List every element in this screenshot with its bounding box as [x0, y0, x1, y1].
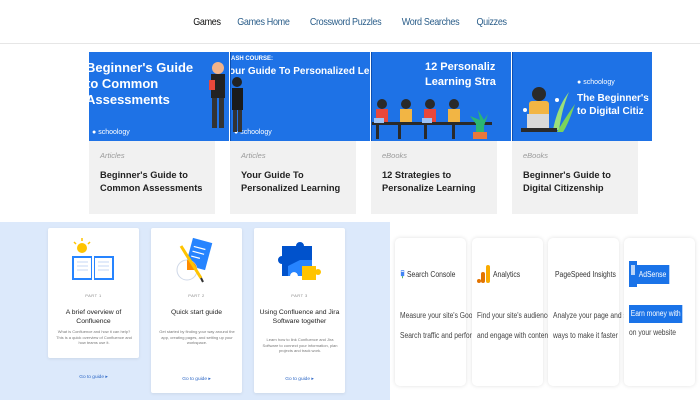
guide-card[interactable]: PART 2 Quick start guide Get started by … [151, 228, 242, 393]
banner-text: 12 Personaliz Learning Stra [425, 61, 496, 88]
tool-card-search-console[interactable]: Search Console Measure your site's Googl… [395, 238, 492, 386]
nav-games[interactable]: Games [193, 16, 221, 28]
puzzle-icon [278, 242, 321, 280]
article-card[interactable]: 12 Personaliz Learning Stra eBooks 12 St… [371, 52, 511, 214]
go-to-guide-link[interactable]: Go to guide ▸ [151, 377, 242, 382]
guide-tag: PART 1 [85, 293, 102, 298]
article-category: eBooks [523, 151, 549, 160]
tool-name: Search Console [407, 269, 456, 279]
go-to-guide-link[interactable]: Go to guide ▸ [48, 375, 139, 380]
article-card[interactable]: Beginner's Guide to Common Assessments ●… [89, 52, 229, 214]
guide-description: What is Confluence and how it can help? … [56, 329, 132, 345]
article-title[interactable]: Beginner's Guide to Digital Citizenship [523, 169, 628, 194]
schoology-logo: ● schoology [577, 79, 615, 86]
article-body: eBooks 12 Strategies to Personalize Lear… [371, 141, 497, 214]
tool-logo: PageSpeed Insights [553, 262, 617, 286]
tool-card-pagespeed[interactable]: PageSpeed Insights Analyze your page and… [548, 238, 647, 386]
tool-name: Analytics [493, 269, 521, 279]
nav-crossword-puzzles[interactable]: Crossword Puzzles [310, 16, 382, 28]
tool-name: AdSense [637, 264, 670, 284]
nav-word-searches[interactable]: Word Searches [401, 16, 459, 28]
analytics-icon [477, 265, 490, 283]
tool-desc-line: Find your site's audience [477, 311, 551, 320]
article-body: eBooks Beginner's Guide to Digital Citiz… [512, 141, 638, 214]
tool-card-analytics[interactable]: Analytics Find your site's audience and … [472, 238, 551, 386]
go-to-guide-link[interactable]: Go to guide ▸ [254, 377, 345, 382]
article-title[interactable]: 12 Strategies to Personalize Learning [382, 169, 487, 194]
article-banner: ASH COURSE: our Guide To Personalized Le… [230, 52, 370, 141]
tool-desc-line: on your website [629, 328, 676, 337]
article-banner: ● schoology The Beginner's to Digital Ci… [512, 52, 652, 141]
guide-card[interactable]: PART 1 A brief overview of Confluence Wh… [48, 228, 139, 380]
article-category: eBooks [382, 151, 408, 160]
book-lightbulb-icon [72, 238, 114, 280]
article-category: Articles [100, 151, 125, 160]
tool-desc-line: ways to make it faster [553, 331, 618, 340]
schoology-logo: ● schoology [92, 129, 130, 136]
guide-description: Get started by finding your way around t… [159, 329, 235, 345]
article-banner: 12 Personaliz Learning Stra [371, 52, 511, 141]
tool-name: PageSpeed Insights [555, 269, 616, 279]
tool-logo: Search Console [400, 262, 464, 286]
banner-text: Beginner's Guide to Common Assessments [89, 60, 194, 107]
clipboard-pencil-icon [176, 237, 213, 283]
tool-desc-line: Analyze your page and suggest [553, 311, 647, 320]
tool-card-adsense[interactable]: AdSense Earn money with ads on your webs… [624, 238, 695, 386]
person-illustration [232, 77, 243, 132]
adsense-icon [629, 261, 637, 287]
banner-kicker: ASH COURSE: [231, 56, 274, 62]
student-laptop-illustration [521, 87, 575, 132]
guide-title: A brief overview of Confluence [65, 309, 122, 325]
article-title[interactable]: Beginner's Guide to Common Assessments [100, 169, 205, 194]
tool-logo: Analytics [477, 262, 541, 286]
nav-games-home[interactable]: Games Home [237, 16, 290, 28]
banner-text: our Guide To Personalized Le [230, 66, 370, 77]
banner-text: The Beginner's to Digital Citiz [577, 93, 649, 117]
tool-desc-line: Earn money with ads [629, 305, 693, 323]
search-console-icon [400, 270, 405, 279]
nav-quizzes[interactable]: Quizzes [476, 16, 507, 28]
article-title[interactable]: Your Guide To Personalized Learning [241, 169, 346, 194]
tool-description: Find your site's audience and engage wit… [477, 306, 551, 346]
guide-title: Using Confluence and Jira Software toget… [259, 309, 340, 325]
top-nav: Games Games Home Crossword Puzzles Word … [0, 0, 700, 44]
article-category: Articles [241, 151, 266, 160]
article-banner: Beginner's Guide to Common Assessments ●… [89, 52, 229, 141]
article-body: Articles Your Guide To Personalized Lear… [230, 141, 356, 214]
tool-description: Measure your site's Google Search traffi… [400, 306, 492, 346]
article-body: Articles Beginner's Guide to Common Asse… [89, 141, 215, 214]
guide-description: Learn how to link Confluence and Jira So… [262, 337, 338, 353]
article-card[interactable]: ASH COURSE: our Guide To Personalized Le… [230, 52, 370, 214]
guide-tag: PART 2 [188, 293, 205, 298]
classroom-illustration [372, 99, 492, 139]
guide-tag: PART 3 [291, 293, 308, 298]
tool-desc-line: and engage with content [477, 331, 551, 340]
article-card[interactable]: ● schoology The Beginner's to Digital Ci… [512, 52, 652, 214]
tool-description: Analyze your page and suggest ways to ma… [553, 306, 647, 346]
tool-desc-line: Measure your site's Google [400, 311, 482, 320]
tool-logo: AdSense [629, 261, 693, 287]
teacher-illustration [209, 62, 225, 128]
tool-description: Earn money with ads on your website [629, 305, 693, 343]
guide-title: Quick start guide [171, 309, 222, 316]
guide-card[interactable]: PART 3 Using Confluence and Jira Softwar… [254, 228, 345, 393]
tool-desc-line: Search traffic and performance [400, 331, 492, 340]
